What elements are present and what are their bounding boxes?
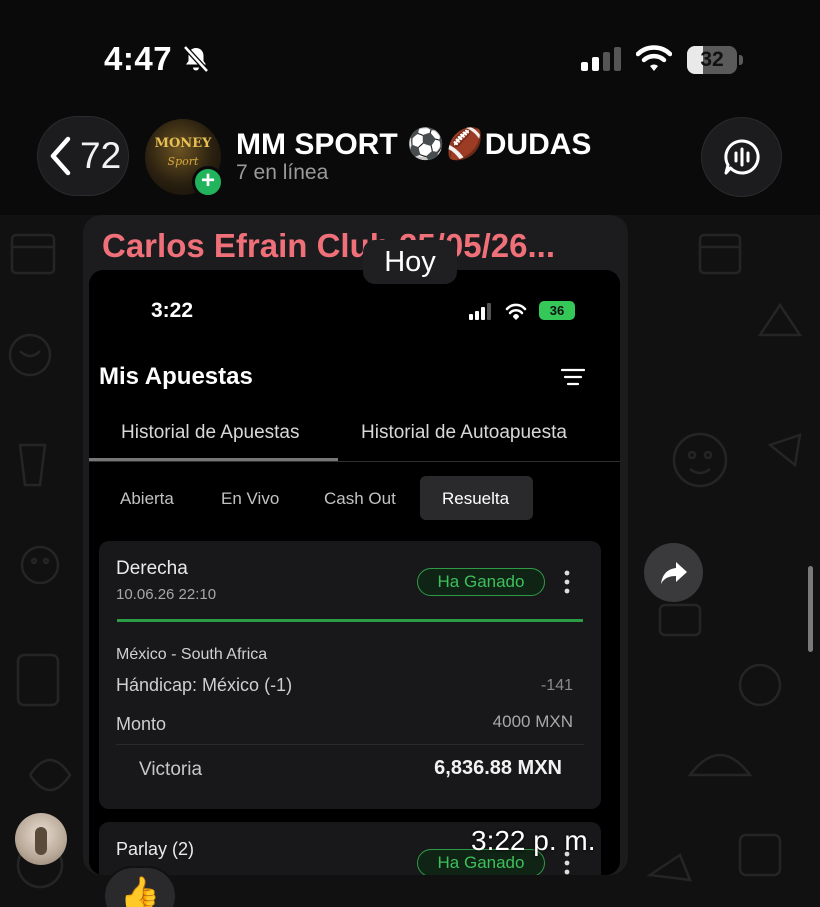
screenshot-status-time: 3:22 [151, 299, 194, 322]
screenshot-page-title: Mis Apuestas [99, 363, 253, 390]
amount-value: 4000 MXN [492, 712, 573, 731]
voice-chat-icon [723, 139, 760, 175]
win-value: 6,836.88 MXN [434, 757, 562, 779]
card-divider [116, 744, 584, 745]
voice-chat-button[interactable] [701, 117, 782, 197]
bet-card: Derecha 10.06.26 22:10 Ha Ganado México … [99, 541, 601, 809]
sender-name[interactable]: Carlos Efrain Club 25/05/26... [102, 227, 622, 265]
bet-pick: Hándicap: México (-1) [116, 675, 293, 695]
back-button[interactable]: 72 [37, 116, 129, 196]
forward-icon [660, 561, 687, 584]
subtab-resuelta: Resuelta [442, 489, 510, 508]
filter-icon [561, 368, 585, 386]
chat-title[interactable]: MM SPORT ⚽ 🏈 DUDAS [236, 127, 591, 162]
more-options-icon [564, 570, 570, 594]
cellular-signal-icon [581, 47, 621, 71]
reaction-thumbs-up[interactable]: 👍 [103, 866, 177, 907]
battery-icon: 32 [687, 46, 743, 74]
bet-odds: -141 [540, 677, 573, 694]
screenshot-battery: 36 [539, 301, 575, 320]
message-bubble[interactable]: Carlos Efrain Club 25/05/26... 3:22 36 M… [83, 215, 628, 875]
unread-count: 72 [80, 135, 122, 176]
scrollbar[interactable] [808, 566, 813, 652]
online-count: 7 en línea [236, 161, 329, 184]
plus-icon: + [192, 166, 224, 198]
sender-avatar[interactable] [15, 813, 67, 865]
tab-historial-autoapuesta: Historial de Autoapuesta [361, 422, 567, 443]
tab-divider [89, 461, 620, 462]
group-name: MM SPORT [236, 127, 398, 161]
wifi-icon [636, 45, 672, 71]
bell-slash-icon [183, 45, 209, 73]
status-badge: Ha Ganado [417, 568, 545, 596]
forward-button[interactable] [644, 543, 703, 602]
battery-level: 32 [700, 48, 724, 71]
amount-label: Monto [116, 714, 167, 734]
avatar-logo-text: MONEY [154, 136, 212, 151]
chevron-left-icon [50, 136, 71, 176]
subtab-en-vivo: En Vivo [221, 489, 280, 508]
subtab-abierta: Abierta [120, 489, 174, 508]
group-name-suffix: DUDAS [484, 127, 592, 161]
football-icon: 🏈 [446, 128, 484, 161]
status-time: 4:47 [104, 40, 173, 77]
soccer-ball-icon: ⚽ [407, 128, 445, 161]
subtab-cash-out: Cash Out [324, 489, 396, 508]
bet-type: Derecha [116, 558, 188, 579]
message-time: 3:22 p. m. [471, 825, 596, 856]
attached-screenshot[interactable]: 3:22 36 Mis Apuestas Historial de Apuest… [89, 270, 620, 875]
tab-historial-apuestas: Historial de Apuestas [121, 422, 300, 443]
bet-match: México - South Africa [116, 646, 268, 663]
date-chip: Hoy [363, 240, 457, 284]
bet-type: Parlay (2) [116, 839, 195, 859]
bet-datetime: 10.06.26 22:10 [116, 586, 217, 603]
won-progress-bar [117, 619, 583, 622]
win-label: Victoria [139, 759, 203, 780]
